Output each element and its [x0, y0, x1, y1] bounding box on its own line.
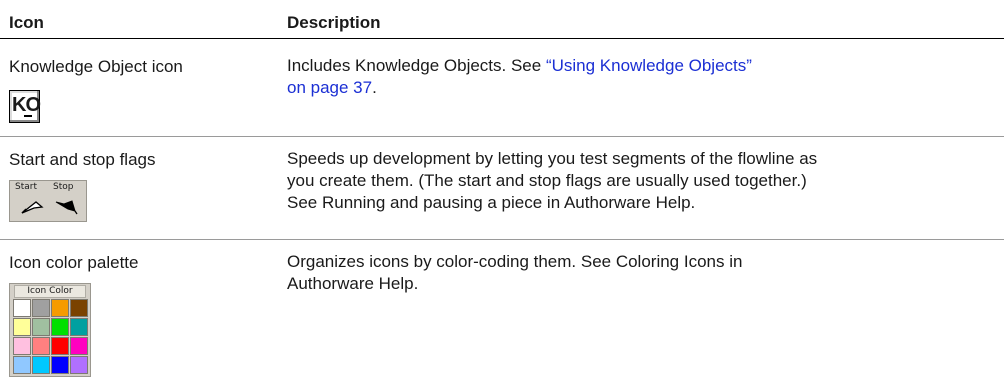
color-swatch[interactable] — [51, 356, 69, 374]
color-swatch[interactable] — [32, 337, 50, 355]
color-swatch[interactable] — [32, 318, 50, 336]
ko-glyph: KO — [12, 94, 41, 116]
using-knowledge-objects-link[interactable]: “Using Knowledge Objects” — [546, 56, 752, 75]
desc-text: Includes Knowledge Objects. See — [287, 56, 546, 75]
desc-line: you create them. (The start and stop fla… — [287, 171, 807, 190]
row-description: Includes Knowledge Objects. See “Using K… — [287, 55, 987, 99]
desc-line: Speeds up development by letting you tes… — [287, 149, 818, 168]
row-divider — [0, 239, 1004, 240]
color-swatch[interactable] — [51, 318, 69, 336]
color-swatch[interactable] — [70, 356, 88, 374]
desc-line: Organizes icons by color-coding them. Se… — [287, 252, 743, 271]
start-flag-label: Start — [15, 182, 37, 192]
page-37-link[interactable]: on page 37 — [287, 78, 372, 97]
desc-line: Authorware Help. — [287, 274, 419, 293]
color-swatch[interactable] — [51, 299, 69, 317]
desc-period: . — [372, 78, 377, 97]
color-swatch[interactable] — [13, 299, 31, 317]
palette-title: Icon Color — [14, 285, 86, 298]
color-swatch[interactable] — [13, 356, 31, 374]
row-name: Start and stop flags — [9, 150, 156, 169]
row-name: Icon color palette — [9, 253, 139, 272]
header-description: Description — [287, 13, 381, 32]
icon-color-palette: Icon Color — [9, 283, 91, 377]
color-swatch[interactable] — [51, 337, 69, 355]
row-name: Knowledge Object icon — [9, 57, 183, 76]
color-swatch[interactable] — [32, 356, 50, 374]
color-swatch[interactable] — [70, 318, 88, 336]
start-stop-flags-palette: Start Stop — [9, 180, 87, 222]
knowledge-object-icon: KO — [9, 90, 41, 123]
palette-grid — [13, 299, 89, 374]
stop-flag-label: Stop — [53, 182, 74, 192]
color-swatch[interactable] — [32, 299, 50, 317]
desc-line: See Running and pausing a piece in Autho… — [287, 193, 696, 212]
color-swatch[interactable] — [70, 337, 88, 355]
row-divider — [0, 136, 1004, 137]
row-description: Organizes icons by color-coding them. Se… — [287, 251, 987, 295]
header-icon: Icon — [9, 13, 44, 32]
color-swatch[interactable] — [13, 337, 31, 355]
row-description: Speeds up development by letting you tes… — [287, 148, 987, 214]
start-flag-icon[interactable] — [20, 199, 44, 215]
stop-flag-icon[interactable] — [54, 199, 78, 215]
color-swatch[interactable] — [70, 299, 88, 317]
color-swatch[interactable] — [13, 318, 31, 336]
table-header: Icon Description — [0, 0, 1004, 39]
